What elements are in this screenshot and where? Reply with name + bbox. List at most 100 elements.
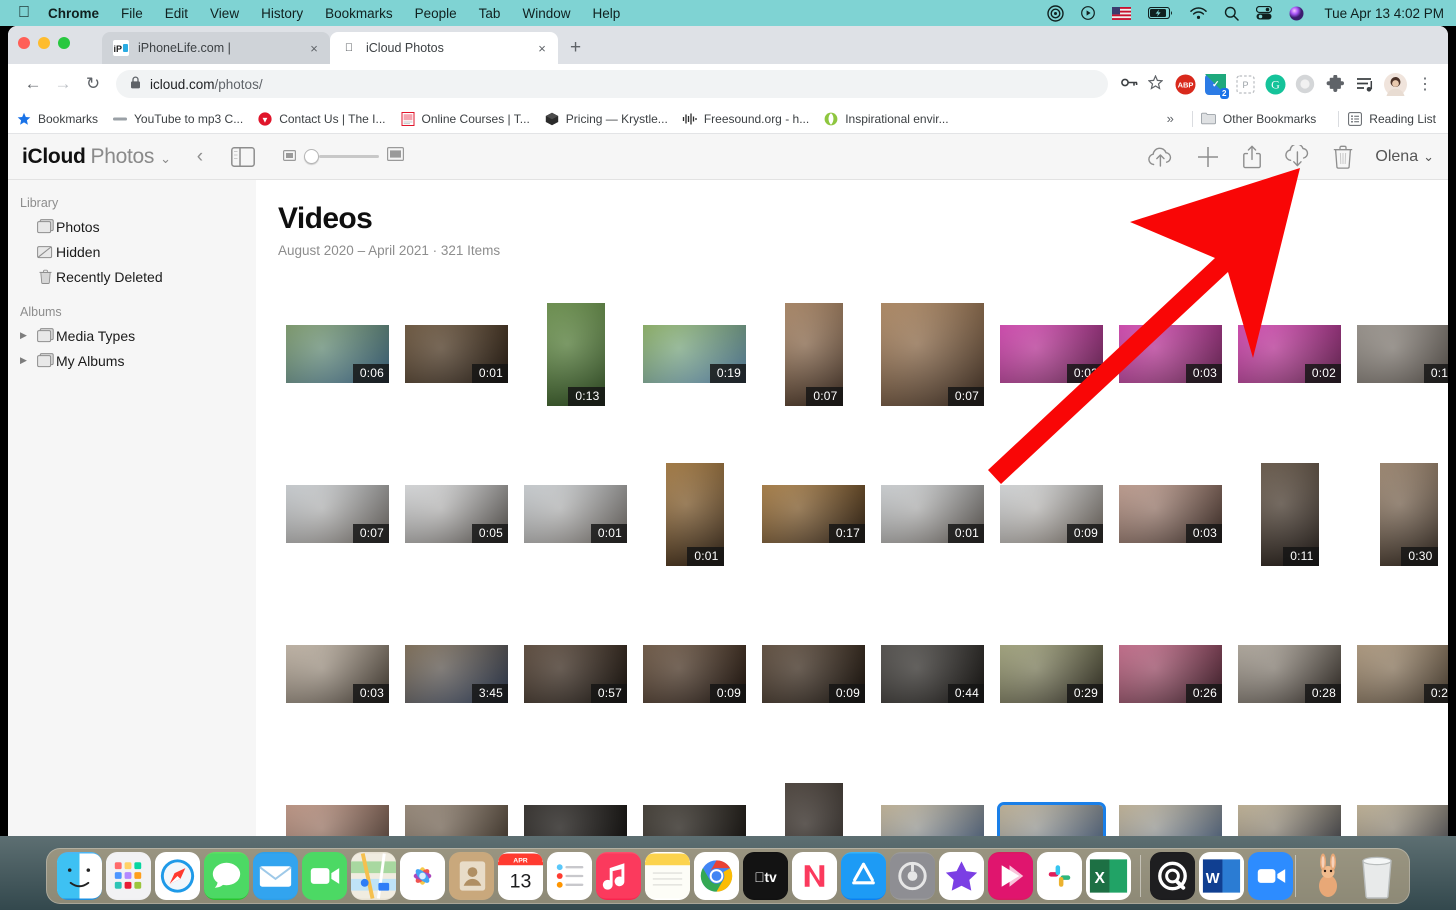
bookmark-freesound[interactable]: Freesound.org - h... <box>682 111 809 127</box>
menu-item-view[interactable]: View <box>210 6 239 21</box>
video-thumbnail[interactable]: 0:09 <box>762 645 865 703</box>
video-thumbnail[interactable]: 0:09 <box>1000 485 1103 543</box>
bookmark-star-icon[interactable] <box>1142 74 1168 93</box>
video-thumbnail[interactable]: 0:13 <box>546 302 605 406</box>
translate-extension-icon[interactable]: ✓ 2 <box>1202 71 1229 99</box>
apple-logo-icon[interactable]:  <box>18 5 30 21</box>
share-icon[interactable] <box>1242 145 1262 169</box>
video-thumbnail[interactable]: 0:05 <box>405 485 508 543</box>
siri-icon[interactable] <box>1289 6 1304 21</box>
slider-track[interactable] <box>319 155 380 158</box>
video-thumbnail[interactable]: 0:01 <box>1238 805 1341 836</box>
video-thumbnail[interactable]: 0:06 <box>286 325 389 383</box>
gray-circle-extension-icon[interactable] <box>1292 71 1318 97</box>
download-from-cloud-icon[interactable] <box>1284 145 1311 168</box>
video-thumbnail[interactable]: 0:09 <box>784 782 843 836</box>
dock-calendar-icon[interactable]: APR 13 <box>498 852 543 900</box>
dock-appletv-icon[interactable]: tv <box>743 852 788 900</box>
pocket-icon[interactable]: P <box>1232 71 1258 97</box>
search-icon[interactable] <box>1224 6 1240 21</box>
video-thumbnail[interactable]: 0:07 <box>286 485 389 543</box>
tab-iphonelife[interactable]: iP iPhoneLife.com | × <box>102 32 330 64</box>
bookmark-pricing-krystle[interactable]: Pricing — Krystle... <box>544 111 668 127</box>
video-thumbnail[interactable]: 0:23 <box>405 805 508 836</box>
address-bar[interactable]: icloud.com /photos/ <box>116 70 1108 98</box>
dock-rabbit-icon[interactable] <box>1305 852 1350 900</box>
forward-button[interactable]: → <box>48 69 78 99</box>
video-thumbnail[interactable]: 0:29 <box>1357 645 1448 703</box>
menu-item-edit[interactable]: Edit <box>165 6 188 21</box>
disclosure-triangle-icon[interactable]: ▶ <box>20 330 34 341</box>
video-thumbnail[interactable]: 0:03 <box>286 645 389 703</box>
video-thumbnail[interactable]: 1:02 <box>286 805 389 836</box>
adblock-plus-icon[interactable]: ABP <box>1172 71 1198 97</box>
close-window-button[interactable] <box>18 37 30 49</box>
dock-messages-icon[interactable] <box>204 852 249 900</box>
dock-mail-icon[interactable] <box>253 852 298 900</box>
video-thumbnail[interactable]: 0:19 <box>643 325 746 383</box>
bookmarks-overflow-button[interactable]: » <box>1167 111 1174 126</box>
video-thumbnail[interactable]: 0:02 <box>1238 325 1341 383</box>
menu-item-chrome[interactable]: Chrome <box>48 6 99 21</box>
add-icon[interactable] <box>1196 145 1220 169</box>
video-thumbnail[interactable]: 0:09 <box>643 645 746 703</box>
chevron-down-icon[interactable]: ⌄ <box>160 151 171 167</box>
video-thumbnail[interactable]: 0:03 <box>1000 325 1103 383</box>
play-circle-icon[interactable] <box>1081 6 1096 20</box>
chrome-menu-icon[interactable]: ⋮ <box>1412 71 1438 97</box>
dock-word-icon[interactable]: W <box>1198 852 1244 900</box>
us-flag-icon[interactable] <box>1112 6 1132 20</box>
bookmark-bookmarks[interactable]: Bookmarks <box>16 111 98 127</box>
dock-contacts-icon[interactable] <box>449 852 494 900</box>
thumbnail-size-slider[interactable] <box>283 147 405 166</box>
bookmark-youtube-mp3[interactable]: YouTube to mp3 C... <box>112 111 243 127</box>
dock-news-icon[interactable] <box>792 852 837 900</box>
dock-facetime-icon[interactable] <box>302 852 347 900</box>
dock-maps-icon[interactable] <box>351 852 396 900</box>
battery-charging-icon[interactable] <box>1148 7 1173 19</box>
sidebar-item-recently-deleted[interactable]: Recently Deleted <box>8 264 256 289</box>
menu-item-window[interactable]: Window <box>522 6 570 21</box>
dock-trash-icon[interactable] <box>1354 852 1399 900</box>
sidebar-item-media-types[interactable]: ▶ Media Types <box>8 323 256 348</box>
close-tab-icon[interactable]: × <box>306 41 322 56</box>
dock-quicktime-icon[interactable] <box>1149 852 1195 900</box>
bookmark-contact-us[interactable]: ▼ Contact Us | The I... <box>257 111 386 127</box>
video-thumbnail[interactable]: 0:03 <box>1119 325 1222 383</box>
puzzle-extensions-icon[interactable] <box>1322 71 1348 97</box>
video-thumbnail[interactable]: 0:15 <box>1357 325 1448 383</box>
video-thumbnail[interactable]: 0:01 <box>405 325 508 383</box>
menu-item-tab[interactable]: Tab <box>479 6 501 21</box>
video-thumbnail[interactable]: 0:30 <box>1379 462 1438 566</box>
reload-button[interactable]: ↻ <box>78 69 108 99</box>
upload-to-cloud-icon[interactable] <box>1147 146 1174 168</box>
video-thumbnail[interactable]: 15:44 <box>881 805 984 836</box>
small-thumbnails-icon[interactable] <box>283 148 297 166</box>
record-target-icon[interactable] <box>1047 4 1065 22</box>
slider-knob[interactable] <box>304 149 320 164</box>
sidebar-item-photos[interactable]: Photos <box>8 214 256 239</box>
video-thumbnail[interactable]: 0:12 <box>643 805 746 836</box>
password-key-icon[interactable] <box>1116 76 1142 92</box>
close-tab-icon[interactable]: × <box>534 41 550 56</box>
control-center-icon[interactable] <box>1256 6 1273 20</box>
tab-icloud-photos[interactable]:  iCloud Photos × <box>330 32 558 64</box>
dock-excel-icon[interactable]: X <box>1086 852 1131 900</box>
video-thumbnail[interactable]: 0:01 <box>524 485 627 543</box>
video-thumbnail[interactable]: 0:01 <box>881 485 984 543</box>
video-thumbnail[interactable]: 0:29 <box>1000 645 1103 703</box>
video-thumbnail[interactable]: 7:10 <box>1357 805 1448 836</box>
video-thumbnail[interactable]: 0:17 <box>1119 805 1222 836</box>
sidebar-item-my-albums[interactable]: ▶ My Albums <box>8 348 256 373</box>
dock-reminders-icon[interactable] <box>547 852 592 900</box>
video-thumbnail[interactable]: 0:01 <box>665 462 724 566</box>
menu-item-file[interactable]: File <box>121 6 143 21</box>
dock-imovie-icon[interactable] <box>939 852 984 900</box>
video-thumbnail[interactable]: 0:44 <box>881 645 984 703</box>
video-thumbnail[interactable]: 0:07 <box>881 302 984 406</box>
menu-item-bookmarks[interactable]: Bookmarks <box>325 6 393 21</box>
dock-keynote-icon[interactable] <box>988 852 1033 900</box>
dock-notes-icon[interactable] <box>645 852 690 900</box>
app-back-button[interactable]: ‹ <box>197 146 203 168</box>
video-thumbnail[interactable]: 0:03 <box>1119 485 1222 543</box>
